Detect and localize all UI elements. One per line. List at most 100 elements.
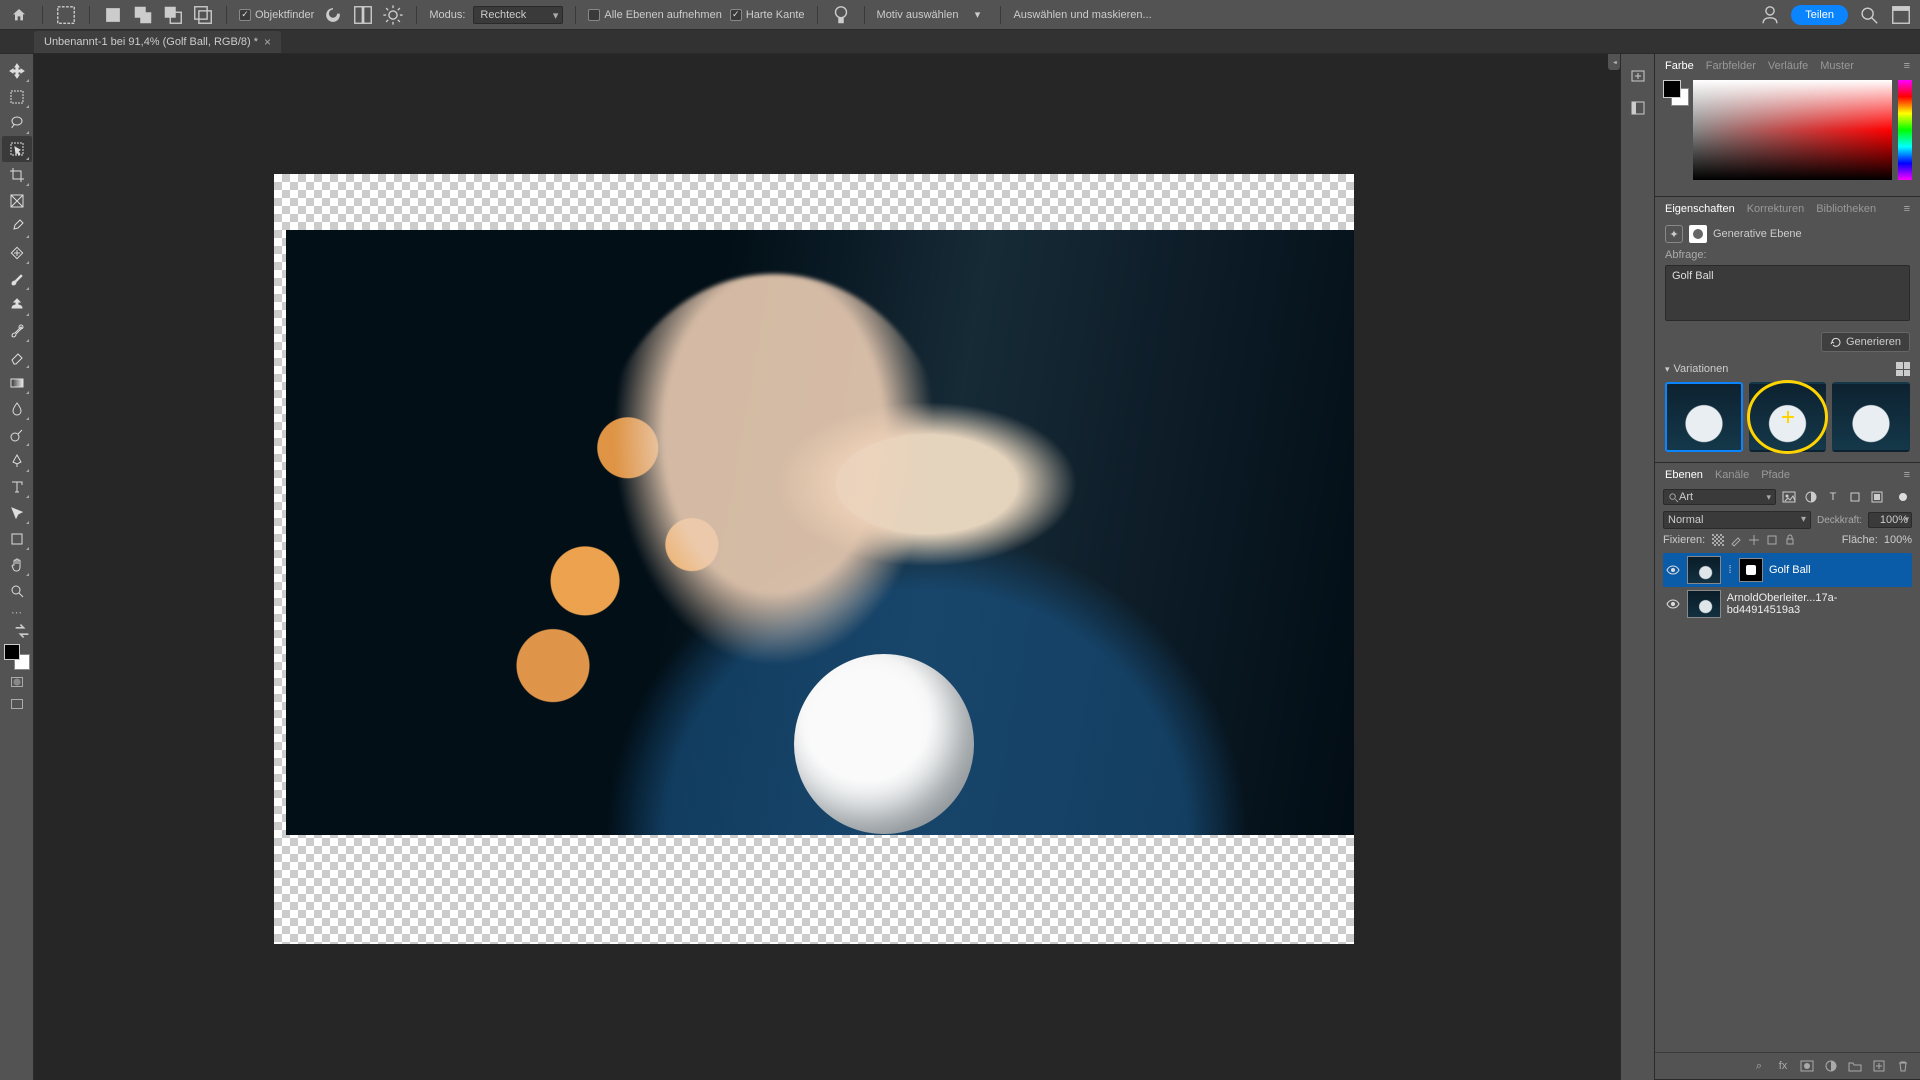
selection-add-icon[interactable] xyxy=(132,4,154,26)
chevron-down-icon[interactable]: ▾ xyxy=(1665,364,1670,375)
path-selection-tool[interactable] xyxy=(2,500,32,526)
canvas[interactable] xyxy=(34,54,1620,1080)
selection-intersect-icon[interactable] xyxy=(192,4,214,26)
crop-tool[interactable] xyxy=(2,162,32,188)
add-mask-icon[interactable] xyxy=(1798,1057,1816,1075)
select-and-mask-button[interactable]: Auswählen und maskieren... xyxy=(1013,9,1151,21)
shape-tool[interactable] xyxy=(2,526,32,552)
eyedropper-tool[interactable] xyxy=(2,214,32,240)
delete-layer-icon[interactable] xyxy=(1894,1057,1912,1075)
filter-pixel-icon[interactable] xyxy=(1780,489,1798,505)
type-tool[interactable] xyxy=(2,474,32,500)
tab-kanaele[interactable]: Kanäle xyxy=(1715,469,1749,481)
brush-settings-icon[interactable] xyxy=(830,4,852,26)
hue-slider[interactable] xyxy=(1898,80,1912,180)
overlay-preview-icon[interactable] xyxy=(352,4,374,26)
tab-eigenschaften[interactable]: Eigenschaften xyxy=(1665,203,1735,215)
tab-muster[interactable]: Muster xyxy=(1820,60,1854,72)
variation-thumb-3[interactable] xyxy=(1832,382,1910,452)
hard-edge-checkbox[interactable]: Harte Kante xyxy=(730,9,805,21)
home-icon[interactable] xyxy=(8,4,30,26)
filter-adjust-icon[interactable] xyxy=(1802,489,1820,505)
new-layer-icon[interactable] xyxy=(1870,1057,1888,1075)
variations-grid-icon[interactable] xyxy=(1896,362,1910,376)
hand-tool[interactable] xyxy=(2,552,32,578)
share-button[interactable]: Teilen xyxy=(1791,5,1848,25)
history-brush-tool[interactable] xyxy=(2,318,32,344)
healing-brush-tool[interactable] xyxy=(2,240,32,266)
eraser-tool[interactable] xyxy=(2,344,32,370)
swap-colors-icon[interactable] xyxy=(2,624,32,638)
layer-name[interactable]: ArnoldOberleiter...17a-bd44914519a3 xyxy=(1727,592,1910,616)
brush-tool[interactable] xyxy=(2,266,32,292)
lock-position-icon[interactable] xyxy=(1747,533,1761,547)
layer-item[interactable]: ArnoldOberleiter...17a-bd44914519a3 xyxy=(1663,587,1912,621)
cloud-user-icon[interactable] xyxy=(1759,4,1781,26)
layer-filter-dropdown[interactable]: ▾ xyxy=(1663,489,1776,505)
mode-dropdown[interactable]: Rechteck xyxy=(473,6,563,24)
marquee-tool[interactable] xyxy=(2,84,32,110)
screenmode-icon[interactable] xyxy=(7,694,27,714)
search-icon[interactable] xyxy=(1858,4,1880,26)
tab-ebenen[interactable]: Ebenen xyxy=(1665,469,1703,481)
filter-shape-icon[interactable] xyxy=(1846,489,1864,505)
tool-preset-dropdown[interactable] xyxy=(55,4,77,26)
generate-button[interactable]: Generieren xyxy=(1821,332,1910,352)
quickmask-icon[interactable] xyxy=(7,672,27,692)
tab-farbe[interactable]: Farbe xyxy=(1665,60,1694,72)
gradient-tool[interactable] xyxy=(2,370,32,396)
lock-pixels-icon[interactable] xyxy=(1729,533,1743,547)
lock-all-icon[interactable] xyxy=(1783,533,1797,547)
layer-thumbnail[interactable] xyxy=(1687,590,1721,618)
blend-mode-dropdown[interactable]: Normal xyxy=(1663,511,1811,529)
prompt-input[interactable] xyxy=(1665,265,1910,321)
opacity-input[interactable]: 100% xyxy=(1868,512,1912,528)
color-swatches[interactable] xyxy=(4,644,30,670)
document-tab[interactable]: Unbenannt-1 bei 91,4% (Golf Ball, RGB/8)… xyxy=(34,31,281,53)
zoom-tool[interactable] xyxy=(2,578,32,604)
selection-new-icon[interactable] xyxy=(102,4,124,26)
tab-verlaeufe[interactable]: Verläufe xyxy=(1768,60,1808,72)
panel-menu-icon[interactable]: ≡ xyxy=(1904,469,1910,481)
layer-thumbnail[interactable] xyxy=(1687,556,1721,584)
mask-link-icon[interactable]: ⁞ xyxy=(1727,564,1733,576)
tab-pfade[interactable]: Pfade xyxy=(1761,469,1790,481)
color-fg-bg-swatch[interactable] xyxy=(1663,80,1687,104)
filter-toggle[interactable] xyxy=(1894,489,1912,505)
close-icon[interactable]: × xyxy=(264,35,271,49)
blur-tool[interactable] xyxy=(2,396,32,422)
layer-mask-thumbnail[interactable] xyxy=(1739,558,1763,582)
visibility-icon[interactable] xyxy=(1665,562,1681,578)
collapsed-panel-icon-1[interactable] xyxy=(1626,64,1650,88)
tab-korrekturen[interactable]: Korrekturen xyxy=(1747,203,1804,215)
dodge-tool[interactable] xyxy=(2,422,32,448)
panel-menu-icon[interactable]: ≡ xyxy=(1904,203,1910,215)
object-selection-tool[interactable] xyxy=(2,136,32,162)
clone-stamp-tool[interactable] xyxy=(2,292,32,318)
lasso-tool[interactable] xyxy=(2,110,32,136)
visibility-icon[interactable] xyxy=(1665,596,1681,612)
layer-fx-icon[interactable]: fx xyxy=(1774,1057,1792,1075)
variation-thumb-1[interactable] xyxy=(1665,382,1743,452)
lock-artboard-icon[interactable] xyxy=(1765,533,1779,547)
filter-smart-icon[interactable] xyxy=(1868,489,1886,505)
frame-tool[interactable] xyxy=(2,188,32,214)
variation-thumb-2[interactable] xyxy=(1749,382,1827,452)
settings-gear-icon[interactable] xyxy=(382,4,404,26)
selection-subtract-icon[interactable] xyxy=(162,4,184,26)
objektfinder-checkbox[interactable]: Objektfinder xyxy=(239,9,314,21)
color-picker-field[interactable] xyxy=(1693,80,1892,180)
layer-item[interactable]: ⁞ Golf Ball xyxy=(1663,553,1912,587)
sample-all-layers-checkbox[interactable]: Alle Ebenen aufnehmen xyxy=(588,9,721,21)
tab-farbfelder[interactable]: Farbfelder xyxy=(1706,60,1756,72)
select-subject-dropdown[interactable]: ▾ xyxy=(966,4,988,26)
filter-type-icon[interactable]: T xyxy=(1824,489,1842,505)
pen-tool[interactable] xyxy=(2,448,32,474)
select-subject-button[interactable]: Motiv auswählen xyxy=(877,9,959,21)
tab-bibliotheken[interactable]: Bibliotheken xyxy=(1816,203,1876,215)
collapsed-panel-icon-2[interactable] xyxy=(1626,96,1650,120)
layer-name[interactable]: Golf Ball xyxy=(1769,564,1811,576)
fill-input[interactable]: 100% xyxy=(1884,534,1912,546)
panel-menu-icon[interactable]: ≡ xyxy=(1904,60,1910,72)
new-group-icon[interactable] xyxy=(1846,1057,1864,1075)
